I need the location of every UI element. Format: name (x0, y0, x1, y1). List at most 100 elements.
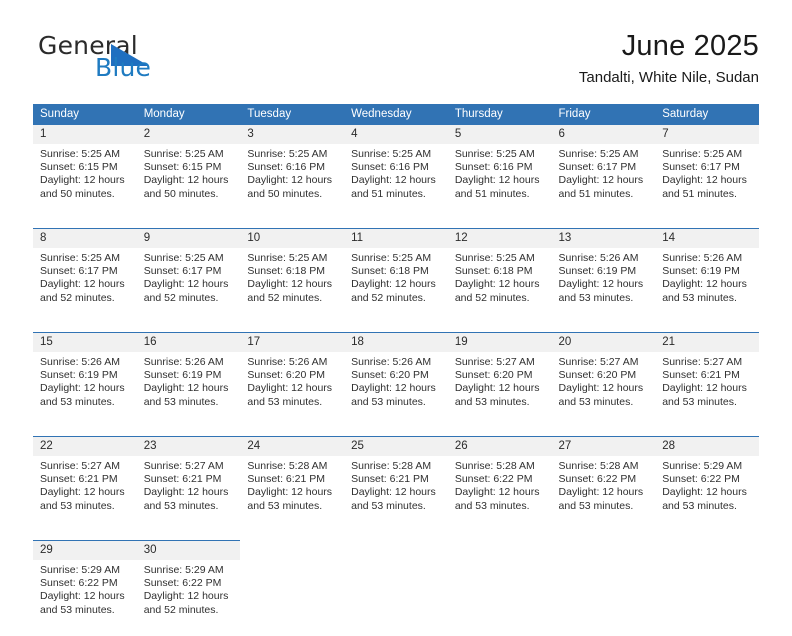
day-number[interactable]: 22 (33, 436, 137, 456)
week-row-details: Sunrise: 5:25 AM Sunset: 6:15 PM Dayligh… (33, 144, 759, 220)
sunset-text: Sunset: 6:21 PM (351, 473, 429, 486)
day-number[interactable]: 12 (447, 228, 552, 248)
sunrise-text: Sunrise: 5:28 AM (454, 460, 535, 472)
day-cell[interactable]: Sunrise: 5:28 AM Sunset: 6:22 PM Dayligh… (447, 456, 552, 532)
day-cell[interactable]: Sunrise: 5:27 AM Sunset: 6:21 PM Dayligh… (655, 352, 759, 428)
sunset-text: Sunset: 6:15 PM (143, 161, 222, 174)
day-cell[interactable]: Sunrise: 5:25 AM Sunset: 6:18 PM Dayligh… (344, 248, 448, 324)
day-number[interactable]: 10 (240, 228, 345, 248)
sunset-text: Sunset: 6:19 PM (143, 369, 222, 382)
sunset-text: Sunset: 6:22 PM (143, 577, 222, 590)
day-cell[interactable]: Sunrise: 5:28 AM Sunset: 6:22 PM Dayligh… (551, 456, 656, 532)
weekday-header-thursday: Thursday (447, 104, 552, 125)
day-cell[interactable]: Sunrise: 5:29 AM Sunset: 6:22 PM Dayligh… (655, 456, 759, 532)
week-spacer (33, 428, 759, 437)
day-cell[interactable]: Sunrise: 5:25 AM Sunset: 6:17 PM Dayligh… (551, 144, 656, 220)
day-number[interactable]: 6 (551, 125, 656, 144)
day-cell[interactable]: Sunrise: 5:26 AM Sunset: 6:19 PM Dayligh… (33, 352, 137, 428)
day-cell[interactable]: Sunrise: 5:26 AM Sunset: 6:19 PM Dayligh… (551, 248, 656, 324)
day-number[interactable]: 17 (240, 332, 345, 352)
day-number[interactable]: 25 (344, 436, 448, 456)
sunset-text: Sunset: 6:17 PM (662, 161, 740, 174)
day-cell[interactable]: Sunrise: 5:25 AM Sunset: 6:18 PM Dayligh… (240, 248, 345, 324)
day-cell-empty (240, 560, 345, 636)
day-cell[interactable]: Sunrise: 5:29 AM Sunset: 6:22 PM Dayligh… (136, 560, 241, 636)
day-cell[interactable]: Sunrise: 5:27 AM Sunset: 6:20 PM Dayligh… (447, 352, 552, 428)
day-cell[interactable]: Sunrise: 5:26 AM Sunset: 6:20 PM Dayligh… (240, 352, 345, 428)
day-number[interactable]: 11 (344, 228, 448, 248)
day-number[interactable]: 23 (136, 436, 241, 456)
day-cell[interactable]: Sunrise: 5:26 AM Sunset: 6:19 PM Dayligh… (655, 248, 759, 324)
day-cell[interactable]: Sunrise: 5:29 AM Sunset: 6:22 PM Dayligh… (33, 560, 137, 636)
day-number[interactable]: 20 (551, 332, 656, 352)
day-number[interactable]: 18 (344, 332, 448, 352)
day-number[interactable]: 5 (447, 125, 552, 144)
week-row-details: Sunrise: 5:27 AM Sunset: 6:21 PM Dayligh… (33, 456, 759, 532)
week-row-daynumbers: 15 16 17 18 19 20 21 (33, 332, 759, 352)
day-cell[interactable]: Sunrise: 5:25 AM Sunset: 6:16 PM Dayligh… (447, 144, 552, 220)
sunset-text: Sunset: 6:19 PM (558, 265, 637, 278)
sunset-text: Sunset: 6:22 PM (40, 577, 118, 590)
daylight-text-2: and 51 minutes. (454, 187, 530, 200)
day-number[interactable]: 3 (240, 125, 345, 144)
day-cell[interactable]: Sunrise: 5:25 AM Sunset: 6:16 PM Dayligh… (240, 144, 345, 220)
day-number[interactable]: 8 (33, 228, 137, 248)
daylight-text-2: and 52 minutes. (454, 291, 530, 304)
calendar-page: General Blue June 2025 Tandalti, White N… (0, 0, 792, 636)
day-cell[interactable]: Sunrise: 5:27 AM Sunset: 6:21 PM Dayligh… (33, 456, 137, 532)
day-cell[interactable]: Sunrise: 5:25 AM Sunset: 6:17 PM Dayligh… (655, 144, 759, 220)
day-number[interactable]: 2 (136, 125, 241, 144)
daylight-text-2: and 52 minutes. (143, 291, 219, 304)
weekday-header-wednesday: Wednesday (344, 104, 448, 125)
day-cell[interactable]: Sunrise: 5:27 AM Sunset: 6:20 PM Dayligh… (551, 352, 656, 428)
day-number[interactable]: 30 (136, 540, 241, 560)
daylight-text-2: and 53 minutes. (351, 499, 426, 512)
day-number[interactable]: 19 (447, 332, 552, 352)
weekday-header-saturday: Saturday (655, 104, 759, 125)
day-number[interactable]: 13 (551, 228, 656, 248)
day-cell[interactable]: Sunrise: 5:25 AM Sunset: 6:15 PM Dayligh… (33, 144, 137, 220)
daylight-text-1: Daylight: 12 hours (143, 174, 229, 187)
daylight-text-2: and 51 minutes. (351, 187, 426, 200)
day-number[interactable]: 14 (655, 228, 759, 248)
day-cell[interactable]: Sunrise: 5:28 AM Sunset: 6:21 PM Dayligh… (240, 456, 345, 532)
sunrise-text: Sunrise: 5:27 AM (662, 356, 743, 368)
day-cell[interactable]: Sunrise: 5:25 AM Sunset: 6:17 PM Dayligh… (136, 248, 241, 324)
day-cell[interactable]: Sunrise: 5:28 AM Sunset: 6:21 PM Dayligh… (344, 456, 448, 532)
day-cell[interactable]: Sunrise: 5:25 AM Sunset: 6:16 PM Dayligh… (344, 144, 448, 220)
day-number[interactable]: 28 (655, 436, 759, 456)
day-number[interactable]: 29 (33, 540, 137, 560)
sunrise-text: Sunrise: 5:27 AM (558, 356, 639, 368)
week-row-daynumbers: 29 30 (33, 540, 759, 560)
day-number[interactable]: 21 (655, 332, 759, 352)
daylight-text-2: and 51 minutes. (558, 187, 634, 200)
sunset-text: Sunset: 6:20 PM (454, 369, 533, 382)
day-number[interactable]: 26 (447, 436, 552, 456)
day-number[interactable]: 15 (33, 332, 137, 352)
sunset-text: Sunset: 6:18 PM (454, 265, 533, 278)
day-cell-empty (655, 560, 759, 636)
week-spacer (33, 220, 759, 229)
day-number[interactable]: 16 (136, 332, 241, 352)
sunrise-text: Sunrise: 5:25 AM (143, 148, 224, 160)
sunrise-text: Sunrise: 5:28 AM (247, 460, 328, 472)
day-number[interactable]: 24 (240, 436, 345, 456)
day-number[interactable]: 1 (33, 125, 137, 144)
daylight-text-2: and 53 minutes. (558, 499, 634, 512)
daylight-text-2: and 50 minutes. (247, 187, 323, 200)
day-cell[interactable]: Sunrise: 5:25 AM Sunset: 6:15 PM Dayligh… (136, 144, 241, 220)
day-cell[interactable]: Sunrise: 5:27 AM Sunset: 6:21 PM Dayligh… (136, 456, 241, 532)
daylight-text-1: Daylight: 12 hours (454, 382, 540, 395)
day-number[interactable]: 9 (136, 228, 241, 248)
day-cell[interactable]: Sunrise: 5:26 AM Sunset: 6:20 PM Dayligh… (344, 352, 448, 428)
sunrise-text: Sunrise: 5:25 AM (40, 148, 120, 160)
sunset-text: Sunset: 6:16 PM (247, 161, 326, 174)
day-cell[interactable]: Sunrise: 5:25 AM Sunset: 6:17 PM Dayligh… (33, 248, 137, 324)
day-cell[interactable]: Sunrise: 5:25 AM Sunset: 6:18 PM Dayligh… (447, 248, 552, 324)
day-number[interactable]: 27 (551, 436, 656, 456)
sunrise-text: Sunrise: 5:26 AM (247, 356, 328, 368)
day-cell[interactable]: Sunrise: 5:26 AM Sunset: 6:19 PM Dayligh… (136, 352, 241, 428)
day-number[interactable]: 7 (655, 125, 759, 144)
daylight-text-1: Daylight: 12 hours (662, 486, 747, 499)
day-number[interactable]: 4 (344, 125, 448, 144)
